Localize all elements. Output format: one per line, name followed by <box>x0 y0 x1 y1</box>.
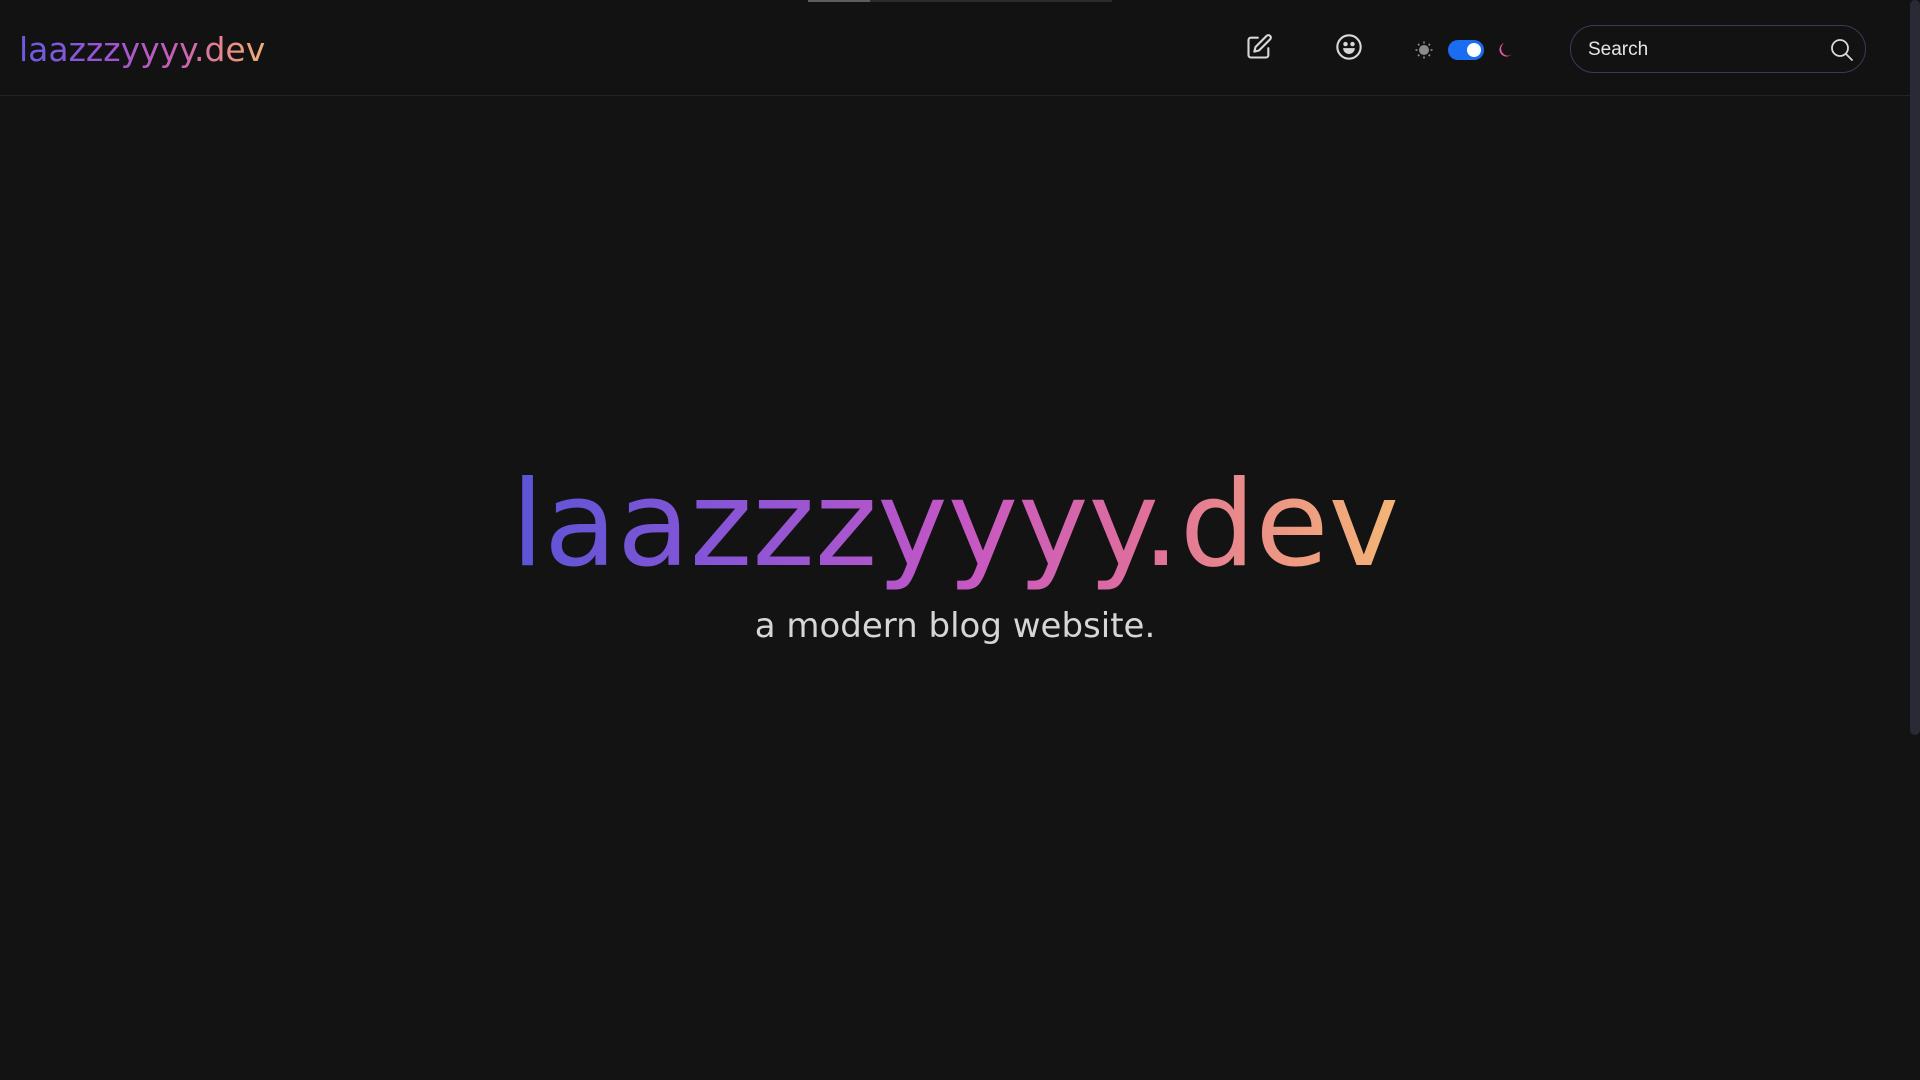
edit-icon <box>1245 33 1273 65</box>
search-icon[interactable] <box>1829 37 1855 63</box>
sun-icon <box>1414 40 1434 60</box>
top-navbar: laazzzyyyy.dev <box>0 0 1910 96</box>
write-post-button[interactable] <box>1243 33 1275 65</box>
loading-progress-bar <box>808 0 1112 2</box>
scrollbar-track[interactable] <box>1910 0 1920 1080</box>
moon-icon <box>1496 40 1516 60</box>
switch-knob <box>1467 43 1481 57</box>
hero-section: laazzzyyyy.dev a modern blog website. <box>0 460 1910 646</box>
scrollbar-thumb[interactable] <box>1910 0 1920 735</box>
theme-toggle[interactable] <box>1414 36 1516 64</box>
emoji-button[interactable] <box>1333 33 1365 65</box>
dark-mode-switch[interactable] <box>1448 40 1484 60</box>
smiley-icon <box>1335 33 1363 65</box>
hero-subtitle: a modern blog website. <box>754 606 1156 646</box>
site-logo-link[interactable]: laazzzyyyy.dev <box>19 28 265 72</box>
page: laazzzyyyy.dev Search laazzzyyyy.dev a m… <box>0 0 1920 1080</box>
search-box <box>1570 25 1866 73</box>
hero-title: laazzzyyyy.dev <box>510 456 1400 594</box>
search-input[interactable] <box>1586 35 1820 65</box>
